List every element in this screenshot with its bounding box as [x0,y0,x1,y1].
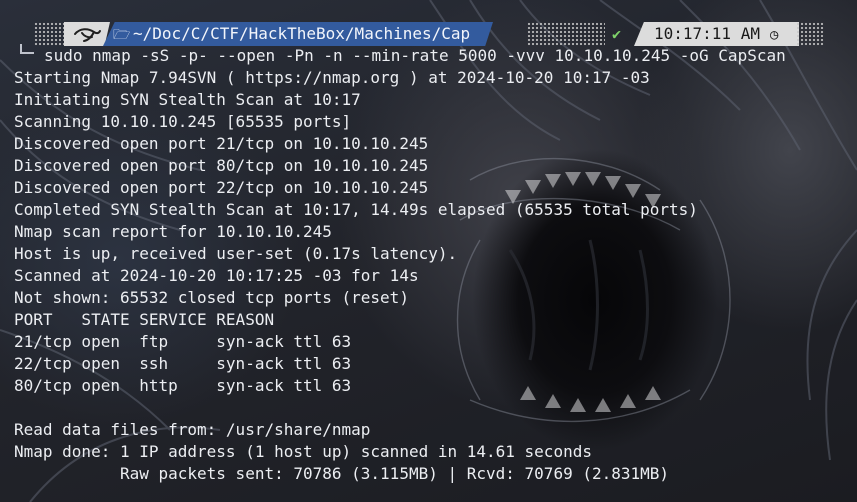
output-line: Discovered open port 22/tcp on 10.10.10.… [14,178,429,197]
terminal-output[interactable]: sudo nmap -sS -p- --open -Pn -n --min-ra… [14,45,786,485]
prompt-dots-right [527,22,605,46]
output-line: Scanned at 2024-10-20 10:17:25 -03 for 1… [14,266,419,285]
output-line: Host is up, received user-set (0.17s lat… [14,244,458,263]
output-line: Initiating SYN Stealth Scan at 10:17 [14,90,361,109]
output-line: Discovered open port 80/tcp on 10.10.10.… [14,156,429,175]
command-line: sudo nmap -sS -p- --open -Pn -n --min-ra… [44,46,786,65]
os-segment [64,22,110,46]
output-line: Not shown: 65532 closed tcp ports (reset… [14,288,409,307]
port-table-row: 80/tcp open http syn-ack ttl 63 [14,376,352,395]
clock-icon: ◷ [770,27,779,43]
prompt-dots-left [34,22,66,46]
check-icon: ✔ [612,25,622,43]
output-line: Read data files from: /usr/share/nmap [14,420,371,439]
prompt-dots-end [796,22,824,46]
output-line: Scanning 10.10.10.245 [65535 ports] [14,112,352,131]
current-path: ~/Doc/C/CTF/HackTheBox/Machines/Cap [133,24,471,43]
kali-dragon-icon [74,28,101,42]
output-line: Nmap done: 1 IP address (1 host up) scan… [14,442,592,461]
prompt-bar: 🗁 ~/Doc/C/CTF/HackTheBox/Machines/Cap ✔ … [0,22,857,46]
output-line: Raw packets sent: 70786 (3.115MB) | Rcvd… [14,464,670,483]
port-table-row: 21/tcp open ftp syn-ack ttl 63 [14,332,352,351]
output-line: Completed SYN Stealth Scan at 10:17, 14.… [14,200,698,219]
output-line: Starting Nmap 7.94SVN ( https://nmap.org… [14,68,650,87]
terminal-window[interactable]: 🗁 ~/Doc/C/CTF/HackTheBox/Machines/Cap ✔ … [0,0,857,502]
port-table-row: 22/tcp open ssh syn-ack ttl 63 [14,354,352,373]
prompt-time: 10:17:11 AM [654,24,760,43]
port-table-header: PORT STATE SERVICE REASON [14,310,275,329]
output-line: Discovered open port 21/tcp on 10.10.10.… [14,134,429,153]
output-line: Nmap scan report for 10.10.10.245 [14,222,332,241]
folder-icon: 🗁 [113,27,131,43]
